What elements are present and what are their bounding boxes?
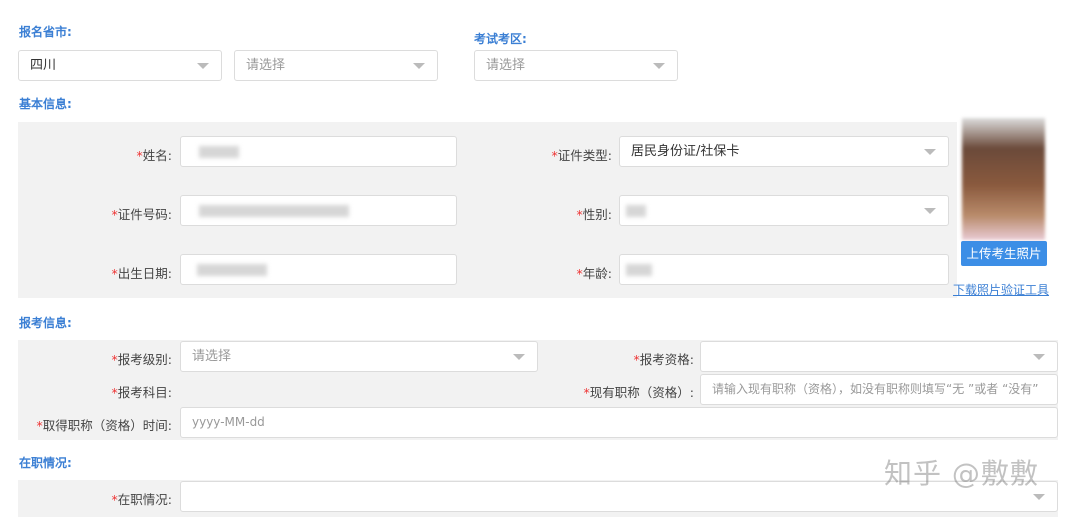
blurred-value <box>199 205 349 217</box>
chevron-down-icon <box>197 63 209 69</box>
id-type-label: *证件类型: <box>551 148 612 163</box>
basic-info-title: 基本信息: <box>19 97 72 111</box>
gender-label: *性别: <box>576 207 612 222</box>
city-select[interactable]: 请选择 <box>234 50 438 81</box>
age-label: *年龄: <box>576 266 612 281</box>
exam-area-placeholder: 请选择 <box>486 58 526 73</box>
job-status-label: *在职情况: <box>111 492 172 507</box>
id-number-input[interactable] <box>180 195 457 226</box>
subject-label: *报考科目: <box>111 385 172 400</box>
chevron-down-icon <box>1033 354 1045 360</box>
birth-date-label: *出生日期: <box>111 266 172 281</box>
name-label: *姓名: <box>136 148 172 163</box>
chevron-down-icon <box>1033 494 1045 500</box>
download-tool-link[interactable]: 下载照片验证工具 <box>953 281 1049 298</box>
level-label: *报考级别: <box>111 352 172 367</box>
city-placeholder: 请选择 <box>246 58 286 73</box>
exam-area-label: 考试考区: <box>474 32 527 46</box>
current-title-label: *现有职称（资格）: <box>583 385 694 400</box>
gender-select[interactable] <box>619 195 949 226</box>
level-placeholder: 请选择 <box>192 349 232 364</box>
region-label: 报名省市: <box>19 25 72 39</box>
chevron-down-icon <box>924 208 936 214</box>
title-time-label: *取得职称（资格）时间: <box>36 418 172 433</box>
blurred-value <box>626 264 652 276</box>
chevron-down-icon <box>924 149 936 155</box>
id-type-select[interactable]: 居民身份证/社保卡 <box>619 136 949 167</box>
watermark: 知乎 @敷敷 <box>884 457 1039 490</box>
title-time-input[interactable]: yyyy-MM-dd <box>180 407 1058 438</box>
birth-date-input[interactable] <box>180 254 457 285</box>
exam-area-select[interactable]: 请选择 <box>474 50 678 81</box>
blurred-value <box>626 205 646 217</box>
blurred-value <box>199 146 239 158</box>
qualification-select[interactable] <box>700 341 1058 372</box>
province-select[interactable]: 四川 <box>18 50 222 81</box>
chevron-down-icon <box>513 354 525 360</box>
exam-info-title: 报考信息: <box>19 316 72 330</box>
province-value: 四川 <box>30 58 57 73</box>
id-number-label: *证件号码: <box>111 207 172 222</box>
chevron-down-icon <box>413 63 425 69</box>
upload-photo-button[interactable]: 上传考生照片 <box>961 241 1047 266</box>
name-input[interactable] <box>180 136 457 167</box>
qualification-label: *报考资格: <box>633 352 694 367</box>
id-type-value: 居民身份证/社保卡 <box>631 144 740 159</box>
current-title-input[interactable]: 请输入现有职称（资格），如没有职称则填写“无 ”或者 “没有” <box>700 374 1058 405</box>
level-select[interactable]: 请选择 <box>180 341 538 372</box>
age-input[interactable] <box>619 254 949 285</box>
chevron-down-icon <box>653 63 665 69</box>
candidate-photo <box>962 118 1045 240</box>
job-status-title: 在职情况: <box>19 456 72 470</box>
blurred-value <box>197 264 267 276</box>
